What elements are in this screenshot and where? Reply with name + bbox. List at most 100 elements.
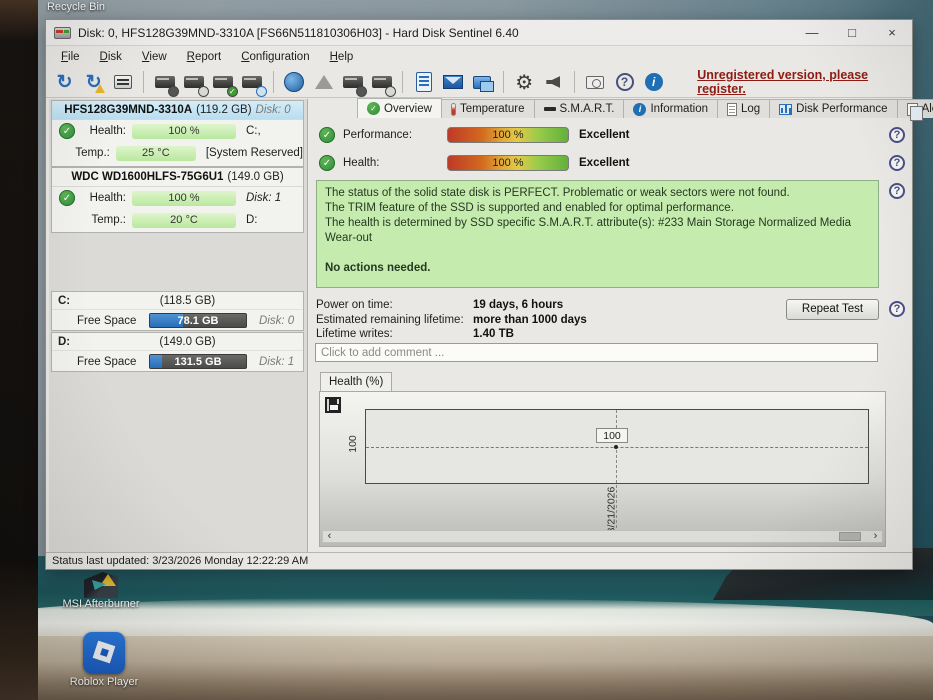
partition-c-free-label: Free Space (77, 314, 137, 327)
help-icon[interactable] (613, 70, 636, 94)
partition-d-free-label: Free Space (77, 355, 137, 368)
mail-icon[interactable] (441, 70, 464, 94)
tab-log[interactable]: Log (716, 99, 771, 118)
report-icon[interactable] (111, 70, 134, 94)
register-link[interactable]: Unregistered version, please register. (697, 68, 912, 96)
chart-y-axis-label: 100 (346, 435, 359, 453)
disk-stack-icon[interactable] (312, 70, 335, 94)
lifetime-stats: Power on time: 19 days, 6 hours Estimate… (316, 298, 587, 342)
screenshot-camera-icon[interactable] (584, 70, 607, 94)
maximize-button[interactable]: □ (832, 20, 872, 45)
scroll-track[interactable] (336, 531, 869, 542)
tab-disk-performance-label: Disk Performance (796, 103, 888, 115)
refresh-icon[interactable] (53, 70, 76, 94)
msi-afterburner-label: MSI Afterburner (62, 598, 140, 610)
health-label: Health: (343, 157, 380, 169)
recycle-bin-label: Recycle Bin (46, 1, 106, 13)
partition-d-free-value: 131.5 GB (174, 356, 222, 368)
menu-report[interactable]: Report (178, 49, 231, 65)
disk-tools-icon[interactable] (370, 70, 397, 97)
disk-accept-icon[interactable] (212, 70, 238, 97)
disk-status-text: The status of the solid state disk is PE… (316, 180, 879, 288)
tab-alerts-label: Alerts (921, 103, 933, 115)
tab-temperature[interactable]: Temperature (440, 99, 535, 118)
disk-item-0[interactable]: HFS128G39MND-3310A (119.2 GB) Disk: 0 He… (51, 100, 304, 167)
health-help-icon[interactable] (889, 155, 905, 171)
info-icon[interactable] (642, 70, 665, 94)
menu-view[interactable]: View (133, 49, 176, 65)
menu-disk[interactable]: Disk (91, 49, 131, 65)
tab-bar: Overview Temperature S.M.A.R.T. Informat… (357, 98, 933, 121)
smart-icon (543, 107, 556, 111)
scroll-right-arrow[interactable] (869, 531, 882, 542)
disk-0-ok-icon (59, 123, 75, 139)
partition-c-free-value: 78.1 GB (177, 315, 219, 327)
save-chart-icon[interactable] (325, 397, 341, 413)
status-bar: Status last updated: 3/23/2026 Monday 12… (46, 552, 912, 569)
tab-alerts[interactable]: Alerts (896, 99, 933, 121)
disk-1-partition-letters: D: (246, 214, 258, 226)
menu-bar: File Disk View Report Configuration Help (46, 47, 912, 67)
disk-item-1[interactable]: WDC WD1600HLFS-75G6U1 (149.0 GB) Health:… (51, 167, 304, 233)
notes-icon[interactable] (412, 70, 435, 94)
disk-search-icon[interactable] (241, 70, 267, 97)
information-icon (633, 102, 647, 116)
desktop-icon-msi-afterburner[interactable]: MSI Afterburner (58, 572, 144, 610)
minimize-button[interactable]: — (792, 20, 832, 45)
app-drive-icon (54, 26, 71, 39)
lifetime-writes-value: 1.40 TB (473, 328, 514, 341)
chart-data-point (614, 445, 618, 449)
monitor-bezel (0, 0, 38, 700)
remote-monitor-icon[interactable] (471, 70, 495, 94)
disk-clock-icon[interactable] (182, 70, 209, 97)
settings-gear-icon[interactable] (513, 70, 536, 94)
repeat-test-button[interactable]: Repeat Test (786, 299, 879, 320)
msi-afterburner-icon (84, 572, 118, 598)
desktop-icon-recycle-bin[interactable]: Recycle Bin (36, 1, 116, 13)
chart-point-label: 100 (596, 428, 628, 443)
roblox-player-label: Roblox Player (69, 676, 139, 688)
partition-d-name: D: (58, 335, 71, 348)
partition-item-c[interactable]: C: (118.5 GB) Free Space 78.1 GB Disk: 0 (51, 291, 304, 331)
performance-help-icon[interactable] (889, 127, 905, 143)
menu-help[interactable]: Help (321, 49, 363, 65)
tab-disk-performance[interactable]: Disk Performance (769, 99, 898, 118)
sound-icon[interactable] (542, 70, 565, 94)
performance-row: Performance: 100 % Excellent (319, 127, 630, 143)
disk-list-panel: HFS128G39MND-3310A (119.2 GB) Disk: 0 He… (49, 99, 308, 552)
scroll-left-arrow[interactable] (323, 531, 336, 542)
thermometer-icon (450, 102, 456, 116)
network-disk-icon[interactable] (283, 70, 306, 94)
disk-1-header[interactable]: WDC WD1600HLFS-75G6U1 (149.0 GB) (52, 168, 303, 187)
partition-c-size: (118.5 GB) (159, 294, 216, 307)
tab-overview[interactable]: Overview (357, 98, 442, 118)
titlebar[interactable]: Disk: 0, HFS128G39MND-3310A [FS66N511810… (46, 20, 912, 46)
performance-chart-icon (779, 103, 793, 115)
disk-camera-icon[interactable] (341, 70, 368, 97)
desktop-icon-roblox-player[interactable]: Roblox Player (56, 632, 152, 688)
repeat-test-help-icon[interactable] (889, 301, 905, 317)
menu-configuration[interactable]: Configuration (232, 49, 318, 65)
disk-0-header[interactable]: HFS128G39MND-3310A (119.2 GB) Disk: 0 (52, 101, 303, 120)
health-chart-tab[interactable]: Health (%) (320, 372, 393, 391)
partition-item-d[interactable]: D: (149.0 GB) Free Space 131.5 GB Disk: … (51, 332, 304, 372)
comment-input[interactable] (315, 343, 878, 362)
tab-log-label: Log (740, 103, 761, 115)
chart-x-axis-label: 3/21/2026 (605, 486, 618, 534)
power-on-time-value: 19 days, 6 hours (473, 299, 564, 312)
tab-smart[interactable]: S.M.A.R.T. (533, 99, 625, 118)
disk-info-icon[interactable] (153, 70, 180, 97)
status-help-icon[interactable] (889, 183, 905, 199)
chart-scrollbar[interactable] (322, 530, 883, 543)
refresh-warning-icon[interactable] (82, 70, 106, 94)
toolbar: Unregistered version, please register. (46, 67, 912, 98)
overview-check-icon (367, 102, 380, 115)
tab-information[interactable]: Information (623, 99, 718, 118)
performance-label: Performance: (343, 129, 413, 141)
scroll-thumb[interactable] (839, 532, 861, 541)
disk-0-name: HFS128G39MND-3310A (64, 104, 193, 116)
partition-c-disk-number: Disk: 0 (259, 314, 295, 327)
close-button[interactable]: × (872, 20, 912, 45)
menu-file[interactable]: File (52, 49, 89, 65)
health-meter: 100 % (447, 155, 569, 171)
